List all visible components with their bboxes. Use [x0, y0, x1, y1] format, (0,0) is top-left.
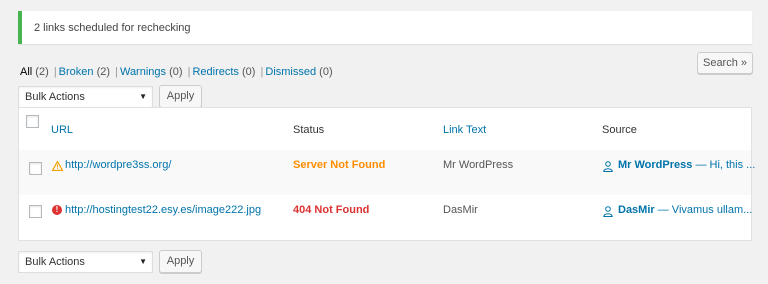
row-source[interactable]: DasMir — Vivamus ullam...	[618, 204, 752, 216]
column-header-link-text[interactable]: Link Text	[443, 124, 486, 136]
chevron-down-icon: ▼	[139, 257, 147, 266]
filter-broken-count: (2)	[96, 66, 111, 78]
table-row: http://wordpre3ss.org/ Server Not Found …	[19, 150, 755, 195]
bulk-actions-select-bottom-value: Bulk Actions	[25, 256, 85, 268]
filter-warnings-count: (0)	[169, 66, 183, 78]
table-header: URL Status Link Text Source	[19, 108, 751, 151]
search-button[interactable]: Search »	[697, 52, 753, 74]
user-icon	[603, 161, 613, 172]
row-status: 404 Not Found	[293, 204, 370, 216]
column-header-source: Source	[602, 124, 637, 136]
success-notice: 2 links scheduled for rechecking	[18, 11, 752, 44]
filter-warnings[interactable]: Warnings	[120, 66, 166, 78]
error-icon: !	[52, 205, 62, 215]
filter-all-count: (2)	[35, 66, 49, 78]
row-checkbox[interactable]	[29, 162, 42, 175]
row-status: Server Not Found	[293, 159, 386, 171]
filter-all[interactable]: All	[20, 66, 32, 78]
links-table: URL Status Link Text Source http://wordp…	[18, 107, 755, 241]
column-header-url[interactable]: URL	[51, 124, 73, 136]
bulk-actions-select-top-value: Bulk Actions	[25, 91, 85, 103]
bulk-actions-select-top[interactable]: Bulk Actions ▼	[18, 86, 153, 108]
row-url-link[interactable]: http://hostingtest22.esy.es/image222.jpg	[65, 204, 261, 216]
row-source[interactable]: Mr WordPress — Hi, this ...	[618, 159, 755, 171]
column-header-status: Status	[293, 124, 325, 136]
warning-icon	[52, 161, 63, 171]
row-url-link[interactable]: http://wordpre3ss.org/	[65, 159, 171, 171]
filter-redirects[interactable]: Redirects	[192, 66, 238, 78]
user-icon	[603, 206, 613, 217]
row-link-text: DasMir	[443, 204, 478, 216]
status-filter-links: All (2) | Broken (2) | Warnings (0) | Redir…	[20, 66, 333, 78]
apply-button-top[interactable]: Apply	[159, 85, 202, 108]
bulk-actions-select-bottom[interactable]: Bulk Actions ▼	[18, 251, 153, 273]
row-source-excerpt: — Hi, this ...	[695, 159, 756, 171]
filter-redirects-count: (0)	[242, 66, 256, 78]
filter-dismissed-count: (0)	[319, 66, 333, 78]
filter-broken[interactable]: Broken	[59, 66, 94, 78]
select-all-checkbox[interactable]	[26, 115, 39, 128]
row-link-text: Mr WordPress	[443, 159, 514, 171]
table-row: ! http://hostingtest22.esy.es/image222.j…	[19, 195, 752, 240]
row-checkbox[interactable]	[29, 205, 42, 218]
row-source-author[interactable]: DasMir	[618, 204, 655, 216]
row-source-excerpt: — Vivamus ullam...	[657, 204, 753, 216]
notice-message: 2 links scheduled for rechecking	[34, 22, 191, 34]
chevron-down-icon: ▼	[139, 92, 147, 101]
filter-dismissed[interactable]: Dismissed	[265, 66, 316, 78]
row-source-author[interactable]: Mr WordPress	[618, 159, 692, 171]
apply-button-bottom[interactable]: Apply	[159, 250, 202, 273]
